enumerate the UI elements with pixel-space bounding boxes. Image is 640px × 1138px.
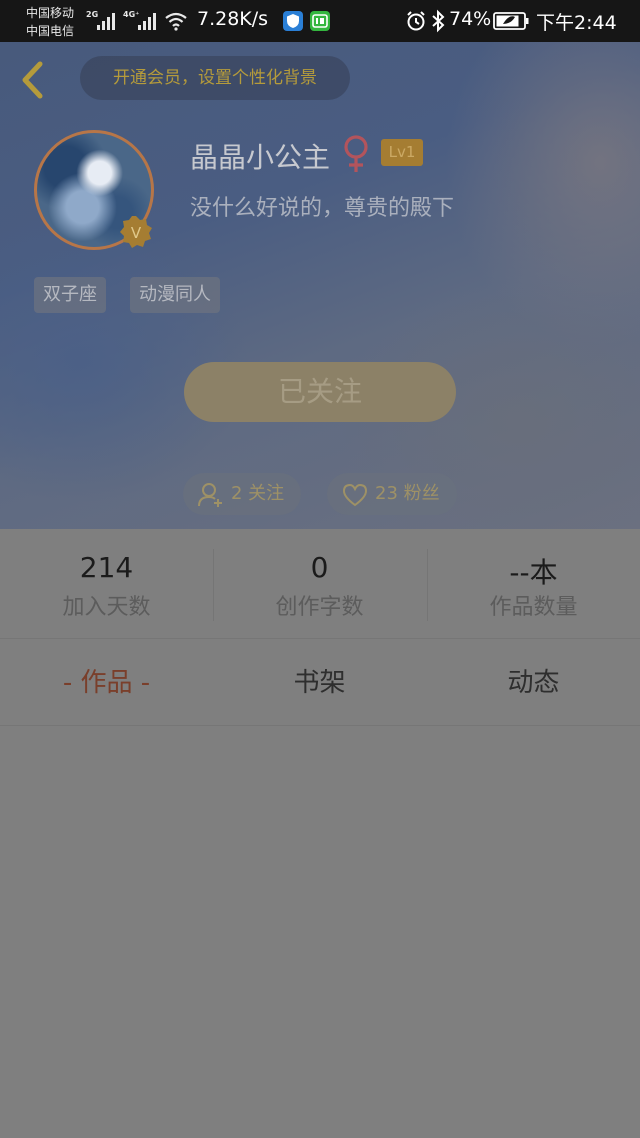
carrier-2: 中国电信 bbox=[26, 24, 75, 38]
stat-join-days: 214 加入天数 bbox=[0, 529, 213, 639]
iqiyi-app-icon bbox=[310, 11, 330, 31]
carrier-1: 中国移动 bbox=[26, 6, 75, 20]
stats-row: 214 加入天数 0 创作字数 --本 作品数量 bbox=[0, 529, 640, 639]
heart-icon bbox=[342, 483, 368, 507]
profile-header: 开通会员，设置个性化背景 V 晶晶小公主 Lv1 没什么好说的，尊贵的殿下 双子… bbox=[0, 42, 640, 529]
tab-content-area bbox=[0, 727, 640, 1138]
username: 晶晶小公主 bbox=[190, 141, 331, 174]
stat-works-count: --本 作品数量 bbox=[427, 529, 640, 639]
profile-tabs: - 作品 - 书架 动态 bbox=[0, 640, 640, 726]
fans-count: 23 粉丝 bbox=[375, 483, 440, 504]
stat-value: --本 bbox=[509, 556, 558, 589]
following-count-pill[interactable]: 2 关注 bbox=[183, 473, 301, 515]
level-badge: Lv1 bbox=[381, 139, 423, 166]
stat-label: 加入天数 bbox=[62, 595, 151, 620]
stat-value: 214 bbox=[79, 551, 134, 584]
status-bar: 中国移动 中国电信 2G 4G⁺ 7.28K/s 74% 下午2:44 bbox=[0, 0, 640, 42]
followed-button[interactable]: 已关注 bbox=[184, 362, 456, 422]
battery-icon bbox=[493, 12, 529, 30]
svg-text:V: V bbox=[131, 224, 142, 242]
tag-interest[interactable]: 动漫同人 bbox=[130, 277, 220, 313]
battery-percent: 74% bbox=[449, 8, 492, 30]
verified-v-badge-icon: V bbox=[120, 216, 152, 248]
carrier-labels: 中国移动 中国电信 bbox=[26, 4, 74, 40]
alarm-icon bbox=[407, 11, 425, 31]
clock: 下午2:44 bbox=[536, 12, 617, 34]
user-add-icon bbox=[198, 483, 222, 507]
back-arrow-icon[interactable] bbox=[16, 58, 50, 102]
tab-works[interactable]: - 作品 - bbox=[0, 640, 213, 726]
network-type-2: 4G⁺ bbox=[123, 10, 140, 19]
stat-label: 作品数量 bbox=[489, 595, 578, 620]
user-bio: 没什么好说的，尊贵的殿下 bbox=[190, 196, 455, 221]
tab-bookshelf[interactable]: 书架 bbox=[213, 640, 426, 726]
avatar-container[interactable]: V bbox=[34, 130, 154, 250]
network-speed: 7.28K/s bbox=[197, 8, 269, 30]
female-gender-icon bbox=[344, 135, 368, 172]
bluetooth-icon bbox=[432, 9, 445, 33]
vip-background-prompt[interactable]: 开通会员，设置个性化背景 bbox=[80, 56, 350, 100]
stat-word-count: 0 创作字数 bbox=[213, 529, 426, 639]
tab-activity[interactable]: 动态 bbox=[427, 640, 640, 726]
stat-label: 创作字数 bbox=[275, 595, 364, 620]
following-count: 2 关注 bbox=[231, 483, 285, 504]
security-app-icon bbox=[283, 11, 303, 31]
wifi-icon bbox=[165, 12, 187, 31]
signal-icon-1 bbox=[97, 13, 115, 30]
tag-zodiac[interactable]: 双子座 bbox=[34, 277, 106, 313]
signal-icon-2 bbox=[138, 13, 156, 30]
fans-count-pill[interactable]: 23 粉丝 bbox=[327, 473, 457, 515]
stat-value: 0 bbox=[310, 551, 329, 584]
